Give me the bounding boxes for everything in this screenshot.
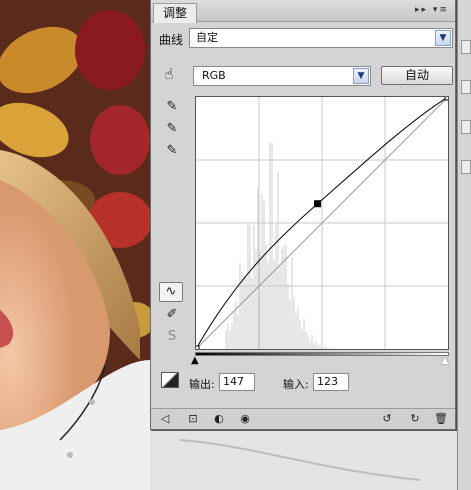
curve-point-tool-icon[interactable]: ∿: [159, 282, 183, 302]
side-panel-strip: [457, 0, 471, 490]
black-point-eyedropper-icon[interactable]: ✎: [163, 98, 181, 116]
curve-endpoint-white: [444, 93, 452, 101]
channel-dropdown[interactable]: RGB ▼: [193, 66, 371, 86]
show-clipping-icon[interactable]: [161, 372, 179, 388]
panel-bottom-bar: ◁ ⊡ ◐ ◉ ↺ ↻ 🗑: [151, 408, 455, 429]
adjustment-type-label: 曲线: [159, 33, 184, 47]
clip-to-layer-icon[interactable]: ⊡: [185, 412, 201, 426]
curve-graph-svg[interactable]: [192, 93, 452, 353]
output-field[interactable]: 147: [219, 373, 255, 391]
pencil-draw-icon[interactable]: ✐: [163, 306, 181, 324]
channel-value: RGB: [202, 69, 226, 82]
side-panel-tab[interactable]: [461, 120, 471, 134]
preset-dropdown[interactable]: 自定 ▼: [189, 28, 453, 48]
input-field[interactable]: 123: [313, 373, 349, 391]
white-point-eyedropper-icon[interactable]: ✎: [163, 142, 181, 160]
tab-adjustments[interactable]: 调整: [153, 3, 197, 23]
visibility-eye-icon[interactable]: ◉: [237, 412, 253, 426]
output-label: 输出:: [189, 378, 215, 391]
black-point-slider[interactable]: ▲: [191, 356, 199, 366]
input-label: 输入:: [283, 378, 309, 391]
side-panel-tab[interactable]: [461, 160, 471, 174]
panel-titlebar[interactable]: 调整 ▸▸ ▾≡: [151, 0, 455, 23]
reset-icon[interactable]: ↻: [407, 412, 423, 426]
on-image-adjust-icon[interactable]: ☝: [159, 64, 179, 84]
curve-control-point: [314, 200, 322, 208]
layer-mask-icon[interactable]: ◐: [211, 412, 227, 426]
chevron-down-icon[interactable]: ▼: [435, 30, 451, 46]
preset-value: 自定: [196, 31, 218, 44]
gray-point-eyedropper-icon[interactable]: ✎: [163, 120, 181, 138]
chevron-down-icon[interactable]: ▼: [353, 68, 369, 84]
view-previous-state-icon[interactable]: ↺: [379, 412, 395, 426]
curve-graph[interactable]: [192, 93, 452, 353]
input-gradient-bar: [195, 352, 449, 356]
smooth-curve-icon[interactable]: S: [163, 328, 181, 346]
adjustments-panel: 调整 ▸▸ ▾≡ 曲线 自定 ▼ ☝ RGB ▼ 自动 ✎ ✎ ✎ ∿ ✐ S …: [150, 0, 456, 430]
auto-button[interactable]: 自动: [381, 66, 453, 85]
white-point-slider[interactable]: ▲: [441, 356, 449, 366]
back-arrow-icon[interactable]: ◁: [157, 412, 173, 426]
curve-endpoint-black: [192, 345, 200, 353]
side-panel-tab[interactable]: [461, 80, 471, 94]
trash-icon[interactable]: 🗑: [433, 412, 449, 426]
panel-menu-button[interactable]: ▸▸ ▾≡: [415, 5, 449, 15]
side-panel-tab[interactable]: [461, 40, 471, 54]
